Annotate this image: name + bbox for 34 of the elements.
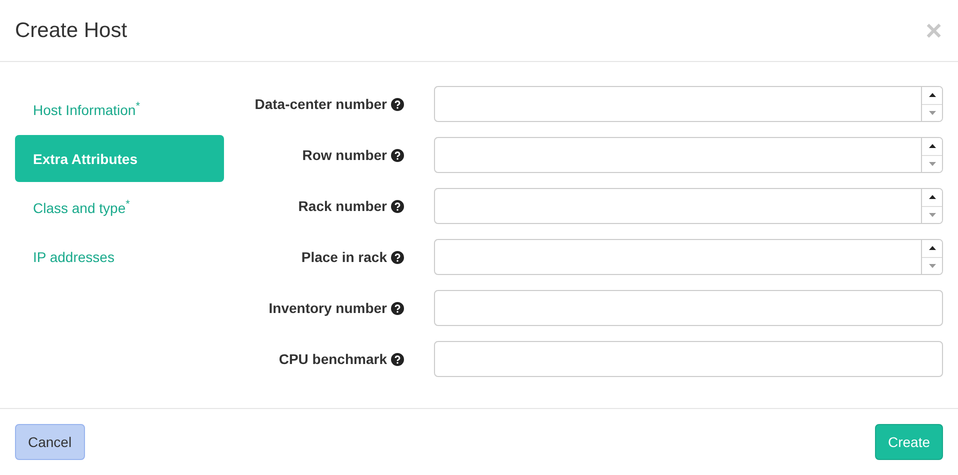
- field-label: Place in rack: [301, 249, 387, 265]
- field-label: Rack number: [298, 198, 387, 214]
- help-icon: [391, 352, 404, 366]
- cancel-button[interactable]: Cancel: [15, 424, 85, 460]
- close-button[interactable]: ×: [926, 16, 942, 44]
- input-field[interactable]: [434, 290, 943, 326]
- down-arrow-icon: [928, 162, 936, 166]
- down-arrow-icon: [928, 264, 936, 268]
- number-field[interactable]: [434, 239, 943, 275]
- tab[interactable]: Extra Attributes: [15, 135, 224, 182]
- create-button[interactable]: Create: [874, 424, 943, 460]
- tab[interactable]: IP addresses: [15, 233, 224, 280]
- number-field[interactable]: [434, 86, 943, 122]
- field-label: Inventory number: [268, 300, 387, 316]
- tab[interactable]: Host Information$^{*}$: [15, 86, 224, 133]
- down-arrow-icon: [928, 110, 936, 115]
- field-label: Data-center number: [254, 96, 387, 112]
- help-icon: [391, 200, 404, 212]
- number-field[interactable]: [434, 188, 943, 224]
- up-arrow-icon: [928, 246, 936, 250]
- help-icon: [391, 148, 404, 162]
- up-arrow-icon: [928, 144, 936, 148]
- help-icon: [391, 98, 404, 110]
- help-icon: [391, 250, 404, 264]
- field-label: Row number: [302, 147, 387, 163]
- number-field[interactable]: [434, 137, 943, 173]
- down-arrow-icon: [928, 212, 936, 217]
- up-arrow-icon: [928, 93, 936, 98]
- dialog-title: Create Host: [15, 18, 128, 42]
- help-icon: [391, 302, 404, 314]
- up-arrow-icon: [928, 195, 936, 200]
- input-field[interactable]: [434, 341, 943, 377]
- tab[interactable]: Class and type$^{*}$: [15, 184, 224, 231]
- field-label: CPU benchmark: [278, 351, 387, 367]
